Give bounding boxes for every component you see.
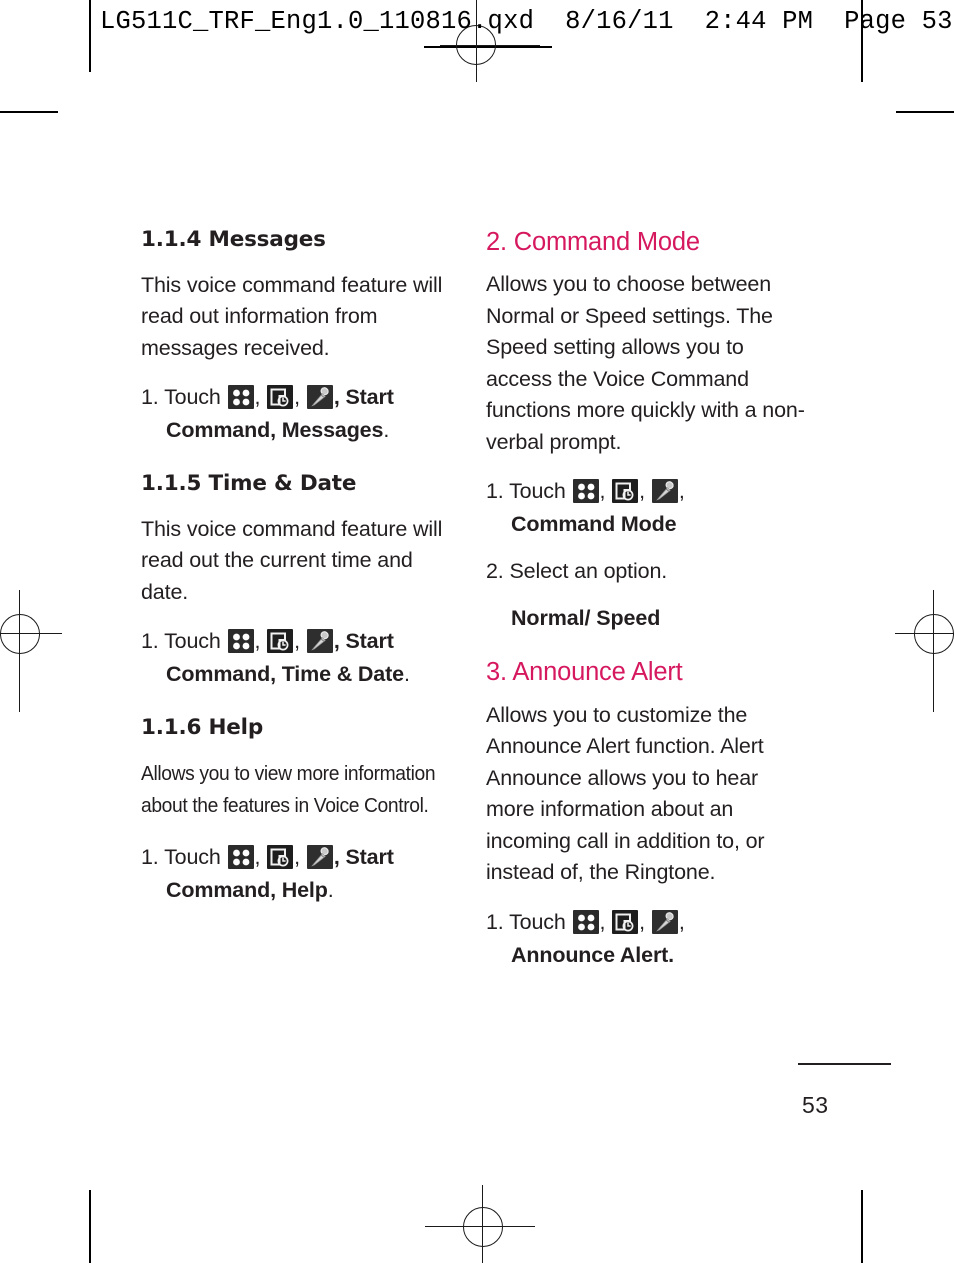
step-help: 1. Touch , , , Start Command, Help. [141,842,463,906]
step-comma-2: , [294,845,306,870]
footer-rule [798,1063,891,1065]
step-tail-announce-alert: , [678,909,685,934]
left-text-column: 1.1.4 Messages This voice command featur… [141,227,463,922]
microphone-icon[interactable] [306,385,333,410]
crop-mark-bottom-left-vertical [89,1190,91,1263]
section-body-command-mode: Allows you to choose between Normal or S… [486,272,805,454]
crop-mark-bottom-right-vertical [861,1190,863,1263]
section-heading-help: 1.1.6 Help [141,715,264,741]
clock-square-recent-icon[interactable] [612,479,639,504]
step-comma-1: , [254,385,267,410]
step-label-help: 1. Touch [141,845,227,870]
step-tail-messages: , Start [333,385,394,410]
registration-mark-left [0,590,62,712]
registration-mark-bottom-center [425,1185,535,1263]
section-heading-time-date: 1.1.5 Time & Date [141,471,357,497]
step-comma-1: , [599,909,612,934]
four-dot-menu-icon[interactable] [572,479,599,504]
section-heading-messages: 1.1.4 Messages [141,227,326,252]
section-heading-announce-alert: 3. Announce Alert [486,658,683,687]
step-messages: 1. Touch , , , Start Command, Messages. [141,382,463,446]
right-text-column: 2. Command Mode Allows you to choose bet… [486,228,806,987]
step-select-option: 2. Select an option. [486,556,806,587]
microphone-icon[interactable] [651,909,678,934]
step-label-messages: 1. Touch [141,385,227,410]
microphone-icon[interactable] [306,629,333,654]
page-number: 53 [802,1092,829,1118]
step-comma-2: , [639,479,651,504]
section-body-help: Allows you to view more information abou… [141,762,436,818]
step-comma-1: , [254,845,267,870]
step-period-help: . [327,878,334,903]
option-values-normal-speed: Normal/ Speed [511,606,661,631]
step-label-select-option: 2. Select an option. [486,559,668,584]
step-comma-1: , [599,479,612,504]
step-period-messages: . [383,418,390,443]
step-label-command-mode: 1. Touch [486,479,572,504]
four-dot-menu-icon[interactable] [227,629,254,654]
four-dot-menu-icon[interactable] [227,845,254,870]
section-body-time-date: This voice command feature will read out… [141,516,443,604]
step-label-announce-alert: 1. Touch [486,909,572,934]
clock-square-recent-icon[interactable] [267,385,294,410]
microphone-icon[interactable] [306,845,333,870]
crop-mark-right-horizontal [896,111,954,113]
step-continuation-messages: Command, Messages [166,418,384,443]
section-heading-command-mode: 2. Command Mode [486,228,700,256]
step-continuation-time-date: Command, Time & Date [166,662,404,687]
four-dot-menu-icon[interactable] [227,385,254,410]
crop-mark-top-left-vertical [89,0,91,72]
microphone-icon[interactable] [651,479,678,504]
document-page: LG511C_TRF_Eng1.0_110816.qxd 8/16/11 2:4… [0,0,954,1263]
step-tail-time-date: , Start [333,629,394,654]
step-comma-2: , [294,629,306,654]
clock-square-recent-icon[interactable] [267,845,294,870]
step-label-time-date: 1. Touch [141,629,227,654]
section-body-messages: This voice command feature will read out… [141,272,443,360]
clock-square-recent-icon[interactable] [267,629,294,654]
section-body-announce-alert: Allows you to customize the Announce Ale… [486,702,765,885]
step-tail-command-mode: , [678,479,685,504]
clock-square-recent-icon[interactable] [612,909,639,934]
step-comma-2: , [639,909,651,934]
registration-mark-right [895,590,954,712]
crop-mark-left-horizontal [0,111,58,113]
step-tail-help: , Start [333,845,394,870]
step-time-date: 1. Touch , , , Start Command, Time & Dat… [141,626,463,690]
step-announce-alert: 1. Touch , , , Announce Alert. [486,907,806,971]
step-continuation-announce-alert: Announce Alert. [511,942,674,967]
step-period-time-date: . [403,662,410,687]
step-continuation-help: Command, Help [166,878,328,903]
step-comma-1: , [254,629,267,654]
four-dot-menu-icon[interactable] [572,909,599,934]
step-continuation-command-mode: Command Mode [511,512,677,537]
step-comma-2: , [294,385,306,410]
print-imprint-header: LG511C_TRF_Eng1.0_110816.qxd 8/16/11 2:4… [100,7,953,36]
step-command-mode: 1. Touch , , , Command Mode [486,476,806,540]
